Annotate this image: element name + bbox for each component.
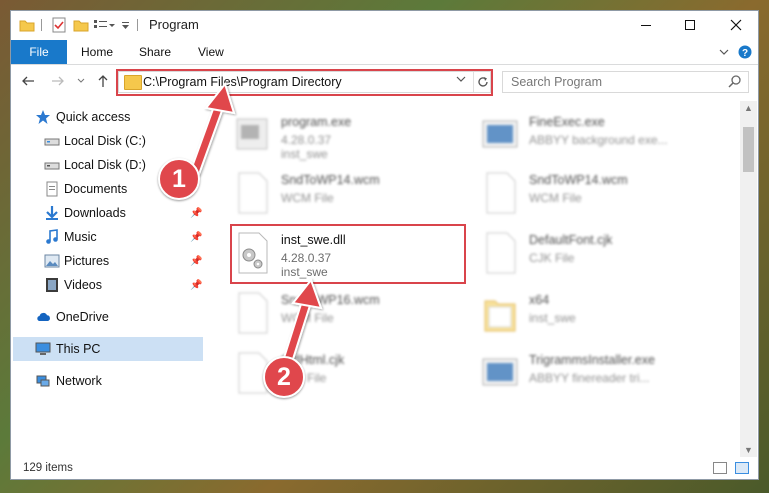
annotation-arrows (189, 81, 323, 366)
arrow-1 (189, 81, 236, 178)
arrow-2 (282, 277, 323, 366)
step-badge-1: 1 (158, 158, 200, 200)
step-badge-2: 2 (263, 356, 305, 398)
